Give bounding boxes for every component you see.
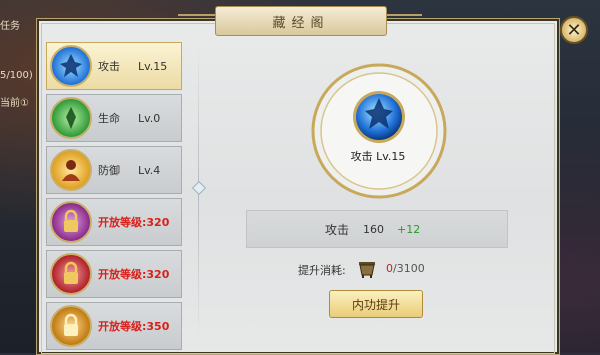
cost-total: /3100 bbox=[393, 262, 425, 275]
skill-item-locked[interactable]: 开放等级:350 bbox=[46, 302, 182, 350]
title-ornament-left bbox=[178, 14, 218, 28]
selected-skill-emblem bbox=[311, 63, 447, 199]
close-button[interactable]: ✕ bbox=[560, 16, 588, 44]
cost-label: 提升消耗: bbox=[298, 264, 346, 277]
stat-panel: 攻击 160 +12 bbox=[246, 210, 508, 248]
unlock-level-text: 开放等级:350 bbox=[98, 320, 170, 333]
skill-item-locked[interactable]: 开放等级:320 bbox=[46, 198, 182, 246]
skill-list[interactable]: 攻击 Lv.15 生命 Lv.0 防御 Lv.4 开放等级:320 开放等级:3… bbox=[44, 40, 184, 353]
skill-item-defense[interactable]: 防御 Lv.4 bbox=[46, 146, 182, 194]
lock-icon bbox=[50, 253, 92, 295]
window-title: 藏经阁 bbox=[215, 6, 387, 36]
stat-value: 160 bbox=[363, 222, 384, 236]
cost-current: 0 bbox=[386, 262, 393, 275]
skill-item-life[interactable]: 生命 Lv.0 bbox=[46, 94, 182, 142]
defense-skill-icon bbox=[50, 149, 92, 191]
skill-name: 生命 bbox=[98, 112, 120, 125]
unlock-level-text: 开放等级:320 bbox=[98, 216, 170, 229]
close-icon: ✕ bbox=[566, 19, 582, 41]
selected-skill-label: 攻击 Lv.15 bbox=[350, 150, 406, 163]
skill-name: 攻击 bbox=[98, 60, 120, 73]
attack-skill-icon bbox=[50, 45, 92, 87]
skill-level: Lv.15 bbox=[138, 59, 168, 73]
lock-icon bbox=[50, 201, 92, 243]
bg-current-text: 当前① bbox=[0, 98, 29, 109]
skill-name: 防御 bbox=[98, 164, 120, 177]
lock-icon bbox=[50, 305, 92, 347]
title-ornament-right bbox=[382, 14, 422, 28]
unlock-level-text: 开放等级:320 bbox=[98, 268, 170, 281]
stat-name: 攻击 bbox=[325, 222, 350, 237]
skill-item-attack[interactable]: 攻击 Lv.15 bbox=[46, 42, 182, 90]
skill-level: Lv.4 bbox=[138, 163, 161, 177]
skill-item-locked[interactable]: 开放等级:320 bbox=[46, 250, 182, 298]
upgrade-button[interactable]: 内功提升 bbox=[329, 290, 423, 318]
cauldron-icon bbox=[359, 262, 375, 278]
bg-progress-text: 5/100) bbox=[0, 70, 33, 81]
background-hud-fragments: 任务 5/100) 当前① bbox=[0, 0, 36, 353]
bg-task-label: 任务 bbox=[0, 21, 20, 32]
stat-bonus: +12 bbox=[397, 222, 421, 236]
skill-level: Lv.0 bbox=[138, 111, 161, 125]
life-skill-icon bbox=[50, 97, 92, 139]
